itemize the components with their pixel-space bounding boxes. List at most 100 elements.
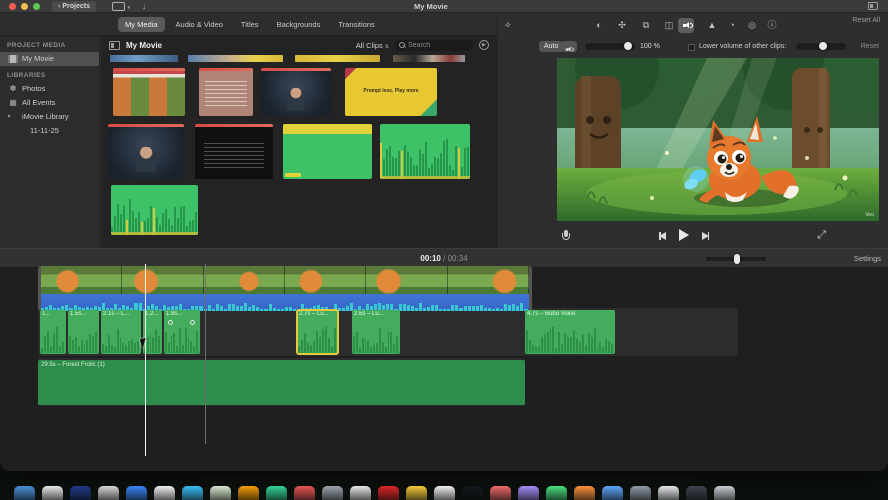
dock-app-icon[interactable] (210, 486, 231, 500)
sidebar-item-all-events[interactable]: ▦ All Events (0, 96, 99, 110)
timeline-audio-clip[interactable]: 2.7s – Lu... (296, 309, 339, 355)
clip-strip[interactable] (110, 55, 178, 62)
timeline-audio-clip[interactable]: 1.9s... (164, 310, 200, 354)
crop-icon[interactable]: ⧉ (638, 18, 654, 33)
dock-app-icon[interactable] (714, 486, 735, 500)
clip-info-icon[interactable]: ⓘ (764, 18, 780, 33)
music-clip[interactable]: 29.5s – Forest Frolic (1) (38, 360, 525, 405)
media-thumbnail-terminal[interactable] (195, 124, 273, 179)
timeline-settings-button[interactable]: Settings (854, 254, 881, 263)
reset-button[interactable]: Reset (861, 43, 879, 50)
lower-volume-slider-knob[interactable] (819, 42, 827, 50)
tab-backgrounds[interactable]: Backgrounds (270, 17, 328, 32)
skip-forward-button[interactable] (700, 231, 710, 240)
dock-app-icon[interactable] (42, 486, 63, 500)
media-thumbnail-slide[interactable]: Prompt less. Play more (345, 68, 437, 116)
video-clip[interactable] (38, 266, 532, 311)
dock-app-icon[interactable] (294, 486, 315, 500)
clips-filter-dropdown[interactable]: All Clips ⇅ (356, 41, 389, 50)
play-button[interactable] (679, 229, 689, 241)
dock-app-icon[interactable] (126, 486, 147, 500)
sidebar-item-photos[interactable]: ✽ Photos (0, 82, 99, 96)
dock-app-icon[interactable] (154, 486, 175, 500)
dock-app-icon[interactable] (630, 486, 651, 500)
fullscreen-icon[interactable]: ⤢ (817, 230, 826, 241)
dock-app-icon[interactable] (406, 486, 427, 500)
volume-slider[interactable] (585, 42, 635, 50)
dock-app-icon[interactable] (378, 486, 399, 500)
dock-app-icon[interactable] (70, 486, 91, 500)
tab-my-media[interactable]: My Media (118, 16, 165, 32)
media-thumbnail-audio[interactable] (380, 124, 470, 179)
sidebar-item-my-movie[interactable]: My Movie (0, 52, 99, 66)
import-media-icon[interactable] (112, 2, 130, 14)
dock-app-icon[interactable] (518, 486, 539, 500)
timeline-audio-clip[interactable]: 4.7s – Bobo Voice (525, 310, 615, 354)
dock-app-icon[interactable] (98, 486, 119, 500)
color-correction-icon[interactable]: ✣ (614, 18, 630, 33)
timeline-audio-clip[interactable]: 1.5s... (68, 310, 99, 354)
dock-app-icon[interactable] (490, 486, 511, 500)
timeline-audio-clip[interactable]: 2.1s – L... (101, 310, 141, 354)
window-panel-icon[interactable] (868, 2, 878, 10)
media-thumbnail-collage[interactable] (113, 68, 185, 116)
clip-strip[interactable] (393, 55, 465, 62)
noise-reduction-icon[interactable]: ▲ (704, 18, 720, 33)
mute-button[interactable] (562, 41, 577, 52)
dock-app-icon[interactable] (238, 486, 259, 500)
sidebar-item-imovie-library[interactable]: ▾ iMovie Library (0, 110, 99, 124)
lower-volume-slider[interactable] (796, 42, 846, 50)
timeline-audio-clip[interactable]: 1... (40, 310, 66, 354)
tab-audio-video[interactable]: Audio & Video (169, 17, 230, 32)
dock-app-icon[interactable] (322, 486, 343, 500)
volume-slider-knob[interactable] (624, 42, 632, 50)
circled-play-icon[interactable]: ▶ (479, 40, 489, 50)
stabilization-icon[interactable]: ◫ (661, 18, 677, 33)
media-thumbnail-webcam[interactable] (108, 124, 184, 179)
minimize-window-button[interactable] (21, 3, 28, 10)
dock-app-icon[interactable] (266, 486, 287, 500)
zoom-window-button[interactable] (33, 3, 40, 10)
close-window-button[interactable] (9, 3, 16, 10)
dock-app-icon[interactable] (14, 486, 35, 500)
dock-app-icon[interactable] (574, 486, 595, 500)
speed-icon[interactable]: ◔ (724, 18, 740, 33)
reset-all-button[interactable]: Reset All (852, 17, 880, 24)
search-box[interactable] (395, 39, 473, 51)
dock-app-icon[interactable] (462, 486, 483, 500)
volume-icon[interactable] (678, 18, 694, 33)
color-balance-icon[interactable]: ◐ (591, 18, 607, 33)
clip-strip[interactable] (295, 55, 380, 62)
dock-app-icon[interactable] (686, 486, 707, 500)
enhance-wand-icon[interactable]: ✧ (499, 17, 517, 35)
playhead[interactable] (145, 264, 146, 456)
dock-app-icon[interactable] (350, 486, 371, 500)
dock-app-icon[interactable] (182, 486, 203, 500)
toggle-sidebar-icon[interactable] (109, 40, 120, 50)
zoom-slider-knob[interactable] (734, 254, 741, 264)
dock-app-icon[interactable] (658, 486, 679, 500)
search-input[interactable] (408, 41, 468, 49)
keyframe-badge[interactable] (190, 320, 195, 325)
keyframe-badge[interactable] (168, 320, 173, 325)
dock-app-icon[interactable] (434, 486, 455, 500)
media-thumbnail-audiotop[interactable] (283, 124, 372, 179)
microphone-icon[interactable] (560, 230, 572, 243)
sidebar-item-11-11-25[interactable]: 11-11-25 (0, 124, 99, 138)
auto-volume-button[interactable]: Auto (539, 41, 564, 52)
download-arrow-icon[interactable]: ↓ (142, 1, 146, 12)
tab-titles[interactable]: Titles (234, 17, 266, 32)
media-thumbnail-audio[interactable] (111, 185, 198, 235)
tab-transitions[interactable]: Transitions (331, 17, 381, 32)
media-thumbnail-webcam[interactable] (261, 68, 331, 116)
timeline-zoom-slider[interactable] (706, 254, 766, 264)
dock-app-icon[interactable] (546, 486, 567, 500)
lower-volume-checkbox[interactable] (688, 44, 695, 51)
timeline-audio-clip[interactable]: 2.6s – Lu... (352, 310, 400, 354)
skip-back-button[interactable] (658, 231, 668, 240)
projects-back-button[interactable]: ‹ Projects (52, 1, 96, 12)
clip-strip[interactable] (188, 55, 283, 62)
dock-app-icon[interactable] (602, 486, 623, 500)
clip-filter-icon[interactable]: ◎ (744, 18, 760, 33)
media-thumbnail-card[interactable] (199, 68, 253, 116)
